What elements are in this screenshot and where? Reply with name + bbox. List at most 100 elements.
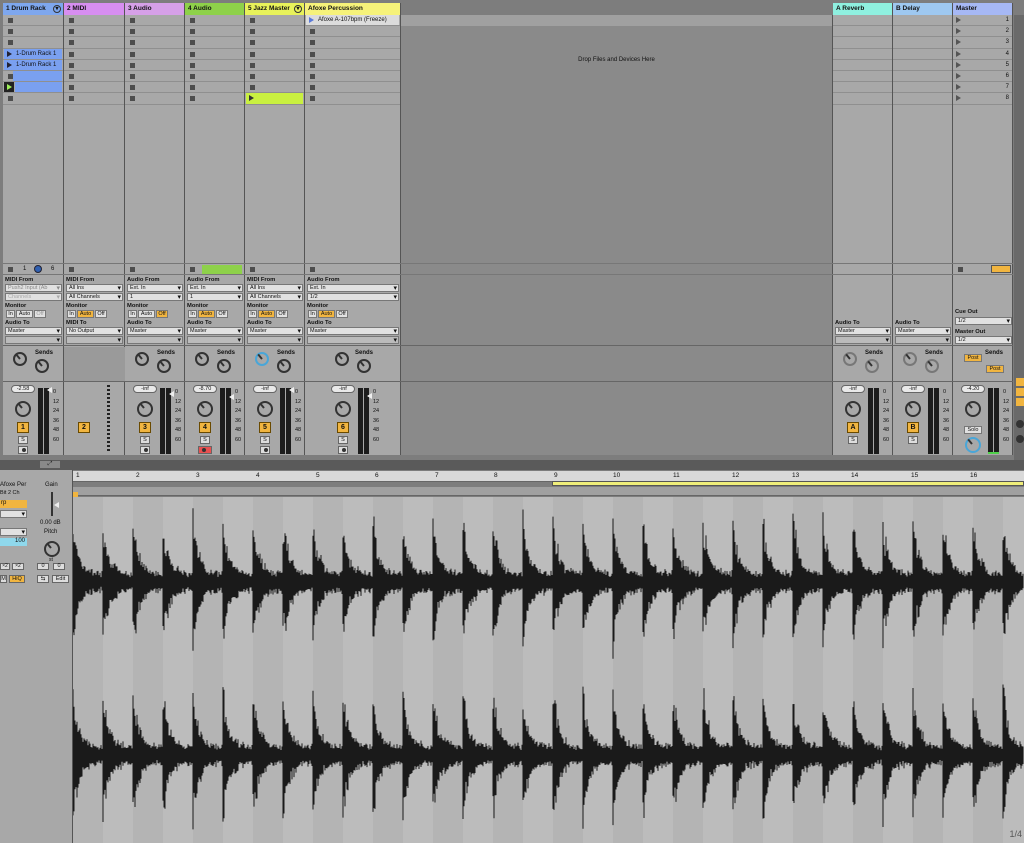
track-activator[interactable]: 2 bbox=[78, 422, 90, 433]
monitor-auto[interactable]: Auto bbox=[258, 310, 275, 318]
clip-slot[interactable] bbox=[64, 71, 124, 83]
clip-slot[interactable] bbox=[64, 82, 124, 94]
pan-knob[interactable] bbox=[197, 401, 213, 417]
clip-slot[interactable] bbox=[305, 71, 400, 83]
stop-icon[interactable] bbox=[310, 85, 315, 91]
stop-icon[interactable] bbox=[250, 18, 255, 23]
send-b-knob[interactable] bbox=[217, 359, 231, 373]
audio-to-select[interactable]: Master bbox=[127, 327, 183, 335]
clip-slot[interactable] bbox=[185, 60, 244, 71]
monitor-in[interactable]: In bbox=[128, 310, 137, 318]
stop-icon[interactable] bbox=[130, 85, 135, 91]
track-activator[interactable]: 4 bbox=[199, 422, 211, 433]
pitch-cent-field[interactable]: 0 bbox=[53, 563, 65, 570]
scene-play-icon[interactable] bbox=[956, 72, 961, 79]
scene-launch[interactable]: 5 bbox=[953, 60, 1012, 71]
send-a-knob[interactable] bbox=[843, 352, 857, 366]
record-arm-button[interactable] bbox=[198, 446, 212, 454]
volume-display[interactable]: -inf bbox=[331, 385, 355, 393]
volume-display[interactable]: -8.70 bbox=[193, 385, 217, 393]
clip-slot[interactable] bbox=[893, 37, 952, 49]
clip-slot[interactable] bbox=[64, 15, 124, 27]
track-header-midi[interactable]: 2 MIDI bbox=[64, 3, 125, 15]
dark-toggle-icon[interactable] bbox=[1016, 420, 1024, 428]
clip-slot[interactable] bbox=[305, 60, 400, 71]
stop-icon[interactable] bbox=[250, 29, 255, 35]
stop-icon[interactable] bbox=[130, 51, 135, 57]
clip-slot[interactable] bbox=[185, 93, 244, 105]
track-header-delay[interactable]: B Delay bbox=[893, 3, 953, 15]
midi-to-sub-select[interactable] bbox=[66, 336, 123, 344]
monitor-auto[interactable]: Auto bbox=[77, 310, 94, 318]
clip-slot[interactable] bbox=[3, 15, 63, 27]
clip[interactable] bbox=[246, 93, 303, 104]
clip-slot[interactable] bbox=[833, 26, 892, 38]
record-arm-button[interactable] bbox=[260, 446, 270, 454]
stop-icon[interactable] bbox=[310, 40, 315, 46]
volume-fader-handle-icon[interactable] bbox=[47, 387, 52, 393]
scene-play-icon[interactable] bbox=[956, 61, 961, 68]
clip-slot[interactable] bbox=[3, 37, 63, 49]
send-a-knob[interactable] bbox=[195, 352, 209, 366]
loop-brace[interactable] bbox=[552, 481, 1024, 486]
pan-knob[interactable] bbox=[965, 401, 981, 417]
clip-slot[interactable] bbox=[185, 49, 244, 60]
clip-slot[interactable] bbox=[185, 82, 244, 94]
solo-button[interactable]: S bbox=[848, 436, 858, 444]
send-a-knob[interactable] bbox=[135, 352, 149, 366]
track-header-audio-4[interactable]: 4 Audio bbox=[185, 3, 245, 15]
clip-slot[interactable]: 1-Drum Rack 1 bbox=[3, 48, 63, 60]
play-icon[interactable] bbox=[7, 61, 12, 68]
send-b-knob[interactable] bbox=[865, 359, 879, 373]
play-icon[interactable] bbox=[309, 17, 314, 23]
track-activator[interactable]: 1 bbox=[17, 422, 29, 433]
clip-slot[interactable]: Afoxe A-107bpm (Freeze) bbox=[305, 15, 400, 27]
audio-from-select[interactable]: Ext. In bbox=[307, 284, 399, 292]
volume-fader-handle-icon[interactable] bbox=[169, 391, 174, 397]
track-activator[interactable]: B bbox=[907, 422, 919, 433]
stop-icon[interactable] bbox=[8, 40, 13, 46]
clip-slot[interactable] bbox=[893, 15, 952, 27]
clip-slot[interactable] bbox=[833, 82, 892, 94]
midi-from-select[interactable]: Push2 Input (Ab bbox=[5, 284, 62, 292]
audio-to-sub-select[interactable] bbox=[895, 336, 951, 344]
stop-all-icon[interactable] bbox=[958, 267, 963, 272]
track-header-jazz-master[interactable]: 5 Jazz Master ▾ bbox=[245, 3, 305, 15]
clip-slot[interactable] bbox=[833, 15, 892, 27]
solo-button[interactable]: S bbox=[200, 436, 210, 444]
stop-icon[interactable] bbox=[250, 62, 255, 68]
clip-slot[interactable] bbox=[833, 49, 892, 60]
audio-to-select[interactable]: Master bbox=[307, 327, 399, 335]
pan-knob[interactable] bbox=[845, 401, 861, 417]
stop-icon[interactable] bbox=[310, 96, 315, 102]
sample-display[interactable]: 1/4 bbox=[73, 497, 1024, 843]
monitor-off[interactable]: Off bbox=[156, 310, 168, 318]
pan-knob[interactable] bbox=[335, 401, 351, 417]
solo-button[interactable]: S bbox=[260, 436, 270, 444]
cue-volume-knob[interactable] bbox=[965, 437, 981, 453]
monitor-auto[interactable]: Auto bbox=[318, 310, 335, 318]
gain-handle-icon[interactable] bbox=[54, 502, 59, 508]
stop-icon[interactable] bbox=[250, 85, 255, 91]
send-b-knob[interactable] bbox=[277, 359, 291, 373]
clip-slot[interactable] bbox=[125, 26, 184, 38]
fold-icon[interactable]: ▾ bbox=[53, 5, 61, 13]
orange-toggle-icon[interactable] bbox=[1016, 378, 1024, 386]
scene-launch[interactable]: 1 bbox=[953, 15, 1012, 27]
drum-pad-icon[interactable] bbox=[34, 265, 42, 273]
orange-toggle-icon[interactable] bbox=[1016, 388, 1024, 396]
volume-display[interactable]: -inf bbox=[133, 385, 157, 393]
play-icon[interactable] bbox=[249, 95, 254, 102]
stop-icon[interactable] bbox=[130, 62, 135, 68]
clip-slot[interactable] bbox=[125, 49, 184, 60]
stop-icon[interactable] bbox=[69, 29, 74, 35]
clip-slot[interactable] bbox=[245, 60, 304, 71]
stop-icon[interactable] bbox=[130, 18, 135, 23]
volume-display[interactable]: -inf bbox=[253, 385, 277, 393]
audio-to-sub-select[interactable] bbox=[307, 336, 399, 344]
stop-icon[interactable] bbox=[69, 18, 74, 23]
audio-to-sub-select[interactable] bbox=[247, 336, 303, 344]
clip-slot[interactable] bbox=[245, 37, 304, 49]
audio-to-select[interactable]: Master bbox=[895, 327, 951, 335]
clip-slot[interactable] bbox=[893, 82, 952, 94]
